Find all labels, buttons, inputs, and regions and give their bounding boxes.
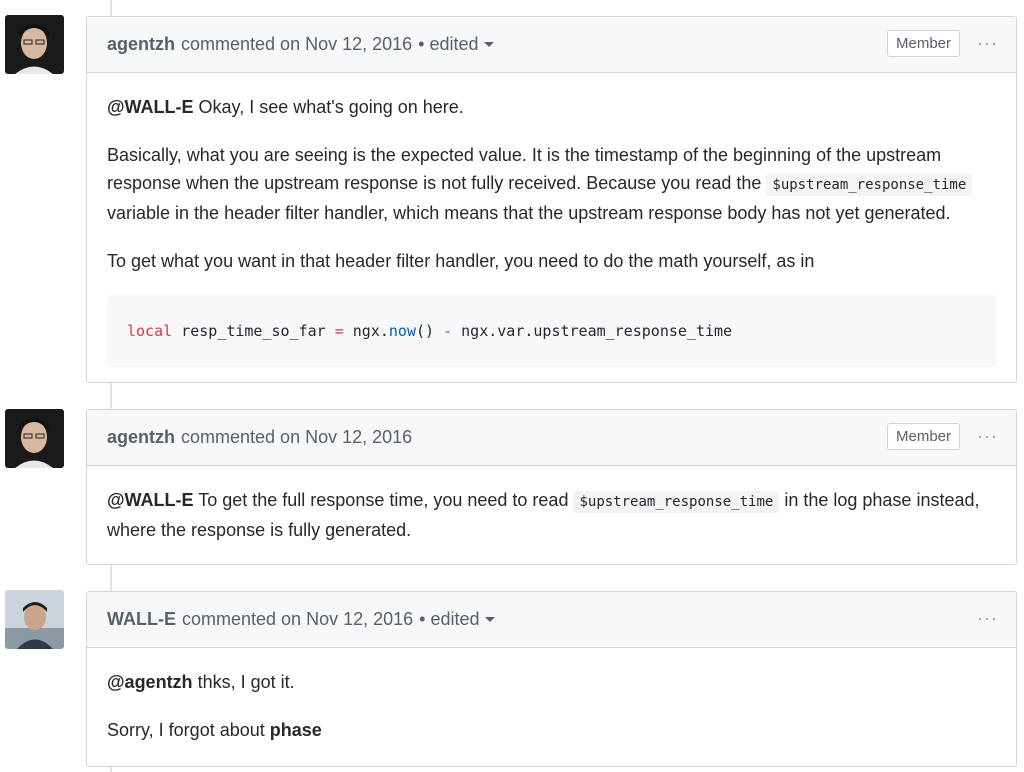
edited-label: • edited [418,34,479,54]
avatar-agentzh-icon [5,409,64,468]
comment-timestamp[interactable]: commented on Nov 12, 2016 [181,34,412,55]
comment-paragraph: @WALL-E To get the full response time, y… [107,490,980,540]
code-block: local resp_time_so_far = ngx.now() - ngx… [107,295,996,367]
bold-text: phase [269,720,322,740]
more-options-icon[interactable]: ··· [977,608,998,629]
comment-paragraph: @agentzh thks, I got it. [107,672,295,692]
avatar[interactable] [5,590,64,649]
comment-header: agentzh commented on Nov 12, 2016 Member… [87,410,1016,466]
comment-card: agentzh commented on Nov 12, 2016 Member… [86,409,1017,565]
comment-paragraph: Basically, what you are seeing is the ex… [107,141,996,227]
comment-card: agentzh commented on Nov 12, 2016 • edit… [86,16,1017,383]
edited-label: • edited [419,609,480,629]
comment-body: @WALL-E Okay, I see what's going on here… [87,73,1016,385]
comment-paragraph: To get what you want in that header filt… [107,251,815,271]
avatar-wall-e-icon [5,590,64,649]
comment-header: WALL-E commented on Nov 12, 2016 • edite… [87,592,1016,648]
caret-down-icon [484,617,495,622]
caret-down-icon [483,42,494,47]
comment-author[interactable]: agentzh [107,34,175,55]
member-badge: Member [886,30,960,57]
comment-author[interactable]: agentzh [107,427,175,448]
user-mention[interactable]: @WALL-E [107,97,194,117]
comment-author[interactable]: WALL-E [107,609,176,630]
member-badge: Member [886,423,960,450]
inline-code: $upstream_response_time [573,491,780,513]
avatar[interactable] [5,409,64,468]
avatar[interactable] [5,15,64,74]
more-options-icon[interactable]: ··· [977,426,998,447]
comment-body: @WALL-E To get the full response time, y… [87,466,1016,562]
edited-dropdown[interactable]: • edited [419,609,495,630]
user-mention[interactable]: @WALL-E [107,490,194,510]
user-mention[interactable]: @agentzh [107,672,193,692]
comment-paragraph: Sorry, I forgot about phase [107,720,322,740]
comment-timestamp[interactable]: commented on Nov 12, 2016 [182,609,413,630]
inline-code: $upstream_response_time [766,174,973,196]
comment-header: agentzh commented on Nov 12, 2016 • edit… [87,17,1016,73]
avatar-agentzh-icon [5,15,64,74]
comment-body: @agentzh thks, I got it. Sorry, I forgot… [87,648,1016,762]
comment-card: WALL-E commented on Nov 12, 2016 • edite… [86,591,1017,767]
more-options-icon[interactable]: ··· [977,33,998,54]
comment-paragraph: @WALL-E Okay, I see what's going on here… [107,97,464,117]
comment-timestamp[interactable]: commented on Nov 12, 2016 [181,427,412,448]
edited-dropdown[interactable]: • edited [418,34,494,55]
